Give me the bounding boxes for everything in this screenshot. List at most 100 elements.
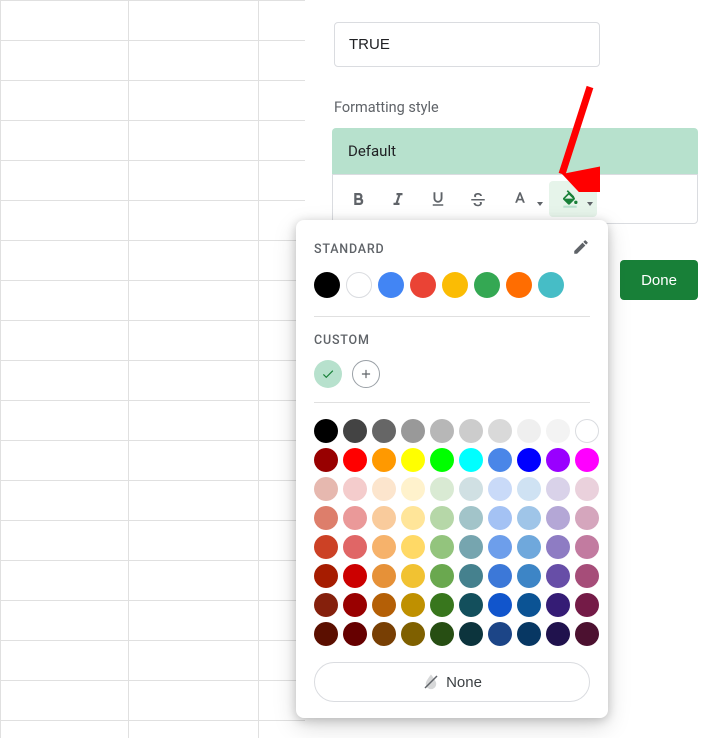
palette-color-swatch[interactable]: [575, 593, 599, 617]
palette-color-swatch[interactable]: [459, 448, 483, 472]
palette-color-swatch[interactable]: [430, 593, 454, 617]
palette-color-swatch[interactable]: [488, 448, 512, 472]
palette-color-swatch[interactable]: [430, 477, 454, 501]
palette-color-swatch[interactable]: [575, 448, 599, 472]
palette-color-swatch[interactable]: [459, 419, 483, 443]
palette-color-swatch[interactable]: [314, 622, 338, 646]
palette-color-swatch[interactable]: [401, 506, 425, 530]
palette-color-swatch[interactable]: [575, 477, 599, 501]
palette-color-swatch[interactable]: [546, 506, 570, 530]
palette-color-swatch[interactable]: [517, 564, 541, 588]
palette-color-swatch[interactable]: [314, 535, 338, 559]
palette-color-swatch[interactable]: [517, 622, 541, 646]
palette-color-swatch[interactable]: [372, 564, 396, 588]
standard-color-swatch[interactable]: [474, 272, 500, 298]
palette-color-swatch[interactable]: [401, 564, 425, 588]
palette-color-swatch[interactable]: [546, 477, 570, 501]
palette-color-swatch[interactable]: [372, 622, 396, 646]
palette-color-swatch[interactable]: [430, 535, 454, 559]
palette-color-swatch[interactable]: [546, 593, 570, 617]
underline-button[interactable]: [419, 181, 457, 217]
palette-color-swatch[interactable]: [517, 506, 541, 530]
palette-color-swatch[interactable]: [401, 477, 425, 501]
done-button[interactable]: Done: [620, 260, 698, 300]
format-style-preview[interactable]: Default: [332, 128, 698, 174]
palette-color-swatch[interactable]: [517, 535, 541, 559]
palette-color-swatch[interactable]: [488, 477, 512, 501]
rule-value-input[interactable]: [334, 22, 600, 67]
palette-color-swatch[interactable]: [372, 593, 396, 617]
palette-color-swatch[interactable]: [314, 477, 338, 501]
palette-color-swatch[interactable]: [488, 535, 512, 559]
palette-color-swatch[interactable]: [488, 419, 512, 443]
palette-color-swatch[interactable]: [575, 506, 599, 530]
palette-color-swatch[interactable]: [546, 448, 570, 472]
palette-color-swatch[interactable]: [372, 535, 396, 559]
palette-color-swatch[interactable]: [430, 506, 454, 530]
text-color-button[interactable]: [499, 181, 547, 217]
palette-color-swatch[interactable]: [459, 506, 483, 530]
palette-color-swatch[interactable]: [459, 564, 483, 588]
palette-color-swatch[interactable]: [343, 419, 367, 443]
edit-palette-icon[interactable]: [572, 238, 590, 260]
palette-color-swatch[interactable]: [401, 448, 425, 472]
palette-color-swatch[interactable]: [372, 419, 396, 443]
palette-color-swatch[interactable]: [459, 477, 483, 501]
palette-color-swatch[interactable]: [459, 622, 483, 646]
palette-color-swatch[interactable]: [343, 448, 367, 472]
palette-color-swatch[interactable]: [546, 535, 570, 559]
standard-color-swatch[interactable]: [538, 272, 564, 298]
palette-color-swatch[interactable]: [488, 564, 512, 588]
palette-color-swatch[interactable]: [343, 622, 367, 646]
palette-color-swatch[interactable]: [314, 564, 338, 588]
spreadsheet-grid[interactable]: [0, 0, 305, 738]
palette-color-swatch[interactable]: [517, 419, 541, 443]
palette-color-swatch[interactable]: [459, 593, 483, 617]
palette-color-swatch[interactable]: [430, 564, 454, 588]
standard-color-swatch[interactable]: [506, 272, 532, 298]
standard-color-swatch[interactable]: [314, 272, 340, 298]
palette-color-swatch[interactable]: [488, 593, 512, 617]
palette-color-swatch[interactable]: [343, 593, 367, 617]
italic-button[interactable]: [379, 181, 417, 217]
palette-color-swatch[interactable]: [372, 448, 396, 472]
palette-color-swatch[interactable]: [401, 622, 425, 646]
palette-color-swatch[interactable]: [401, 535, 425, 559]
palette-color-swatch[interactable]: [343, 535, 367, 559]
strikethrough-button[interactable]: [459, 181, 497, 217]
standard-color-swatch[interactable]: [378, 272, 404, 298]
palette-color-swatch[interactable]: [575, 419, 599, 443]
palette-color-swatch[interactable]: [517, 448, 541, 472]
palette-color-swatch[interactable]: [575, 535, 599, 559]
palette-color-swatch[interactable]: [430, 448, 454, 472]
bold-button[interactable]: [339, 181, 377, 217]
palette-color-swatch[interactable]: [343, 477, 367, 501]
standard-color-swatch[interactable]: [442, 272, 468, 298]
palette-color-swatch[interactable]: [314, 448, 338, 472]
palette-color-swatch[interactable]: [314, 506, 338, 530]
palette-color-swatch[interactable]: [430, 622, 454, 646]
palette-color-swatch[interactable]: [546, 419, 570, 443]
palette-color-swatch[interactable]: [343, 564, 367, 588]
standard-color-swatch[interactable]: [346, 272, 372, 298]
palette-color-swatch[interactable]: [488, 506, 512, 530]
standard-color-swatch[interactable]: [410, 272, 436, 298]
palette-color-swatch[interactable]: [430, 419, 454, 443]
palette-color-swatch[interactable]: [343, 506, 367, 530]
palette-color-swatch[interactable]: [372, 506, 396, 530]
palette-color-swatch[interactable]: [459, 535, 483, 559]
add-custom-color-button[interactable]: [352, 360, 380, 388]
no-fill-button[interactable]: None: [314, 662, 590, 702]
palette-color-swatch[interactable]: [546, 622, 570, 646]
custom-color-selected[interactable]: [314, 360, 342, 388]
palette-color-swatch[interactable]: [575, 564, 599, 588]
palette-color-swatch[interactable]: [314, 593, 338, 617]
palette-color-swatch[interactable]: [517, 477, 541, 501]
palette-color-swatch[interactable]: [401, 593, 425, 617]
palette-color-swatch[interactable]: [575, 622, 599, 646]
palette-color-swatch[interactable]: [372, 477, 396, 501]
palette-color-swatch[interactable]: [546, 564, 570, 588]
palette-color-swatch[interactable]: [488, 622, 512, 646]
fill-color-button[interactable]: [549, 181, 597, 217]
palette-color-swatch[interactable]: [401, 419, 425, 443]
